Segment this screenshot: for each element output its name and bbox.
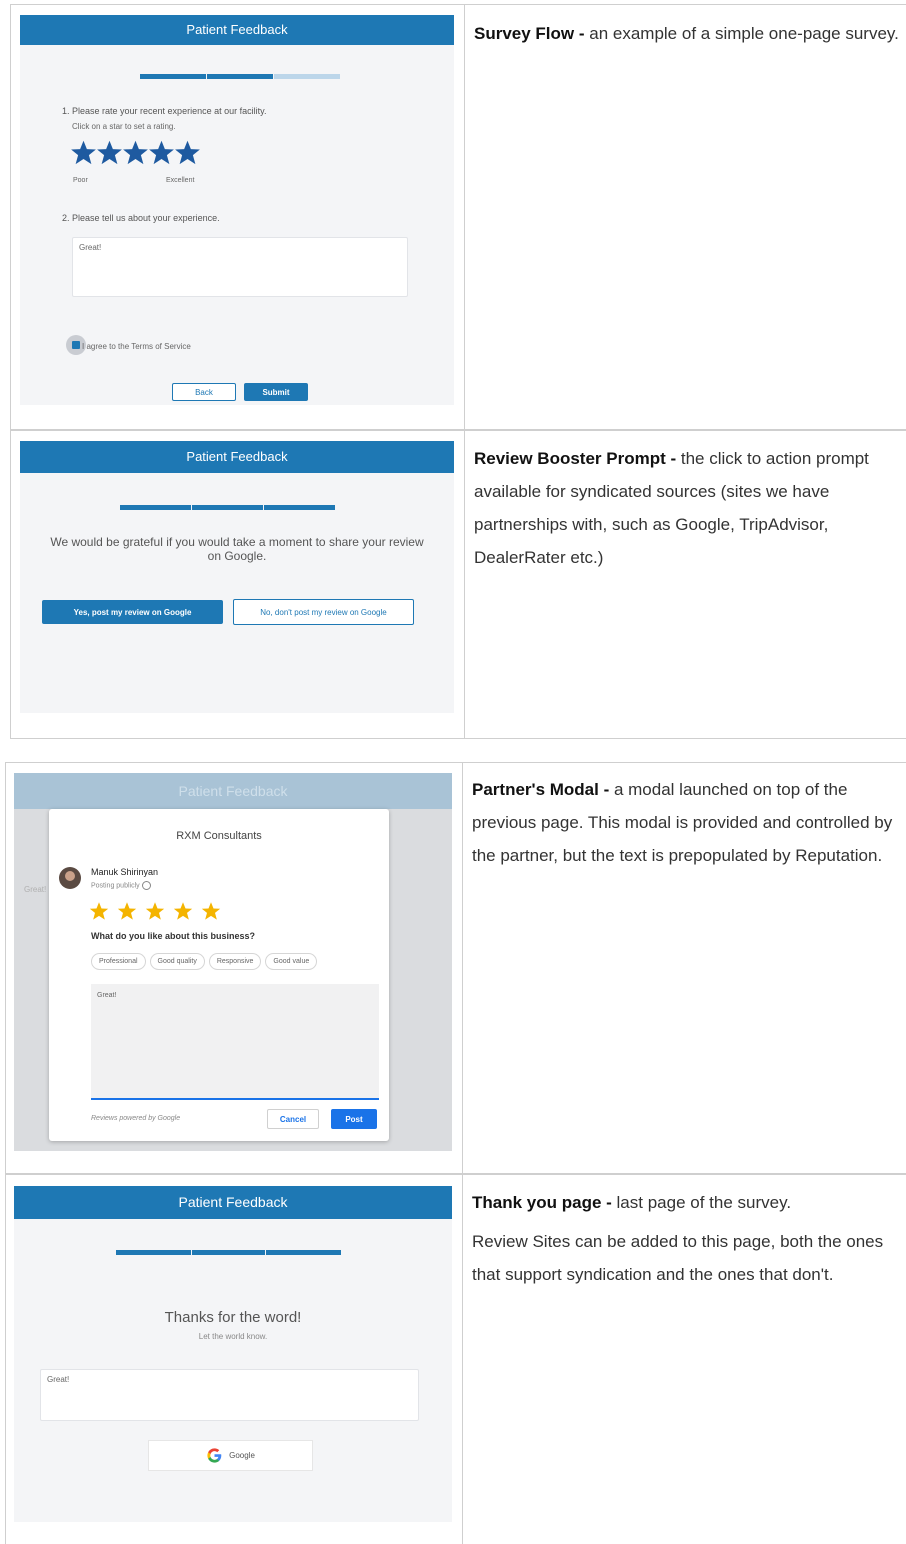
description-text-2: Review Sites can be added to this page, … xyxy=(472,1232,884,1284)
row-partner-modal: Patient Feedback Great! RXM Consultants … xyxy=(5,762,906,1175)
star-icon[interactable] xyxy=(122,139,149,166)
question-1: 1. Please rate your recent experience at… xyxy=(62,106,267,116)
cancel-button[interactable]: Cancel xyxy=(267,1109,319,1129)
experience-textarea[interactable]: Great! xyxy=(72,237,408,297)
rating-high-label: Excellent xyxy=(166,177,195,184)
booster-header: Patient Feedback xyxy=(20,441,454,473)
screenshot-cell: Patient Feedback Thanks for the word! Le… xyxy=(5,1174,463,1544)
description-cell: Partner's Modal - a modal launched on to… xyxy=(462,763,906,1174)
booster-message: We would be grateful if you would take a… xyxy=(50,535,424,563)
checkbox-check[interactable] xyxy=(72,341,80,349)
chip[interactable]: Professional xyxy=(91,953,146,970)
thanks-subheading: Let the world know. xyxy=(198,1332,268,1341)
thankyou-screenshot: Patient Feedback Thanks for the word! Le… xyxy=(14,1186,452,1522)
question-2: 2. Please tell us about your experience. xyxy=(62,213,220,223)
description-cell: Survey Flow - an example of a simple one… xyxy=(464,5,906,430)
thanks-heading: Thanks for the word! xyxy=(164,1309,302,1326)
description-text: last page of the survey. xyxy=(616,1193,792,1212)
row-survey-flow: Patient Feedback 1. Please rate your rec… xyxy=(10,4,906,431)
review-text-box: Great! xyxy=(40,1369,419,1421)
star-icon[interactable] xyxy=(174,139,201,166)
star-icon[interactable] xyxy=(70,139,97,166)
description-title: Survey Flow - xyxy=(474,24,590,43)
star-icon[interactable] xyxy=(117,901,137,921)
star-icon[interactable] xyxy=(148,139,175,166)
post-button[interactable]: Post xyxy=(331,1109,377,1129)
submit-button[interactable]: Submit xyxy=(244,383,308,401)
star-icon[interactable] xyxy=(201,901,221,921)
chip[interactable]: Responsive xyxy=(208,953,262,970)
thankyou-progress xyxy=(116,1250,341,1255)
screenshot-cell: Patient Feedback We would be grateful if… xyxy=(10,430,465,738)
review-text: Great! xyxy=(97,992,117,999)
description-text: an example of a simple one-page survey. xyxy=(589,24,899,43)
terms-label: I agree to the Terms of Service xyxy=(82,342,191,351)
thankyou-header: Patient Feedback xyxy=(14,1186,452,1219)
business-name: RXM Consultants xyxy=(176,830,262,842)
survey-progress xyxy=(140,74,340,79)
powered-by: Reviews powered by Google xyxy=(91,1115,181,1122)
survey-screenshot: Patient Feedback 1. Please rate your rec… xyxy=(20,15,454,405)
description-title: Partner's Modal - xyxy=(472,780,614,799)
survey-header: Patient Feedback xyxy=(20,15,454,45)
star-icon[interactable] xyxy=(173,901,193,921)
post-review-button[interactable]: Yes, post my review on Google xyxy=(42,600,223,624)
google-label: Google xyxy=(229,1451,255,1460)
chip[interactable]: Good quality xyxy=(149,953,205,970)
star-icon[interactable] xyxy=(96,139,123,166)
user-name: Manuk Shirinyan xyxy=(91,867,159,877)
modal-screenshot: Patient Feedback Great! RXM Consultants … xyxy=(14,773,452,1151)
screenshot-cell: Patient Feedback Great! RXM Consultants … xyxy=(5,763,463,1174)
booster-screenshot: Patient Feedback We would be grateful if… xyxy=(20,441,454,713)
screenshot-cell: Patient Feedback 1. Please rate your rec… xyxy=(10,5,465,430)
question-1-hint: Click on a star to set a rating. xyxy=(72,122,176,131)
description: Thank you page - last page of the survey… xyxy=(472,1186,906,1297)
modal-star-rating[interactable] xyxy=(89,901,229,921)
description-cell: Review Booster Prompt - the click to act… xyxy=(464,430,906,738)
behind-text: Great! xyxy=(24,885,47,894)
description: Review Booster Prompt - the click to act… xyxy=(474,442,906,574)
google-icon xyxy=(207,1448,222,1463)
star-rating[interactable] xyxy=(70,139,205,169)
partner-modal: RXM Consultants Manuk Shirinyan Posting … xyxy=(49,809,389,1141)
description-title: Review Booster Prompt - xyxy=(474,449,681,468)
row-thank-you: Patient Feedback Thanks for the word! Le… xyxy=(5,1173,906,1544)
google-review-button[interactable]: Google xyxy=(148,1440,313,1471)
description: Partner's Modal - a modal launched on to… xyxy=(472,773,906,872)
avatar xyxy=(59,867,81,889)
description-cell: Thank you page - last page of the survey… xyxy=(462,1174,906,1544)
description-title: Thank you page - xyxy=(472,1193,617,1212)
back-button[interactable]: Back xyxy=(172,383,236,401)
chip-list: Professional Good quality Responsive Goo… xyxy=(91,953,318,970)
chip[interactable]: Good value xyxy=(265,953,318,970)
posting-status: Posting publicly xyxy=(91,881,151,890)
row-review-booster: Patient Feedback We would be grateful if… xyxy=(10,429,906,739)
review-textarea[interactable]: Great! xyxy=(91,984,379,1100)
posting-label: Posting publicly xyxy=(91,882,140,890)
decline-review-button[interactable]: No, don't post my review on Google xyxy=(233,599,414,625)
booster-progress xyxy=(120,505,335,510)
modal-question: What do you like about this business? xyxy=(91,931,256,941)
dimmed-header: Patient Feedback xyxy=(14,773,452,809)
info-icon[interactable] xyxy=(141,881,151,890)
star-icon[interactable] xyxy=(145,901,165,921)
rating-low-label: Poor xyxy=(73,177,88,184)
description: Survey Flow - an example of a simple one… xyxy=(474,17,906,50)
star-icon[interactable] xyxy=(89,901,109,921)
